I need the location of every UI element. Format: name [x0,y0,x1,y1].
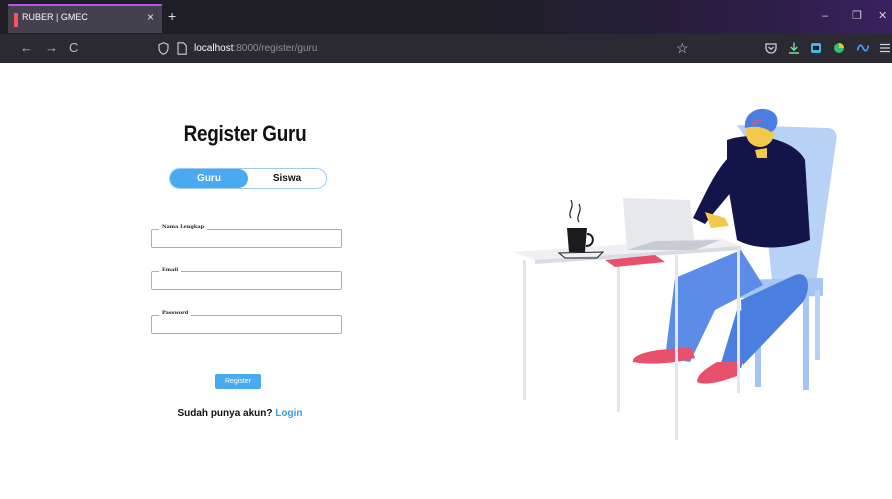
page-title: Register Guru [183,121,307,146]
menu-icon[interactable] [878,41,892,55]
email-input[interactable] [158,274,333,287]
tab-active-stripe [8,4,162,6]
pocket-icon[interactable] [764,41,778,55]
full-name-label: Nama Lengkap [159,224,208,230]
url-bar[interactable]: localhost:8000/register/guru ☆ [148,38,694,60]
email-field[interactable] [151,271,342,290]
login-prompt: Sudah punya akun? Login [150,408,330,419]
full-name-field[interactable] [151,229,342,248]
favicon-icon [14,13,18,27]
page-icon [177,42,187,55]
login-prompt-text: Sudah punya akun? [177,408,273,419]
tab-title[interactable]: RUBER | GMEC [22,12,88,22]
extension-icon[interactable] [809,41,823,55]
full-name-input[interactable] [158,232,333,245]
minimize-button[interactable]: – [822,9,828,23]
tab-close-icon[interactable]: × [147,10,154,24]
shield-icon[interactable] [158,42,169,55]
forward-button[interactable]: → [45,40,58,56]
password-field[interactable] [151,315,342,334]
password-label: Password [159,310,192,316]
tab-bar: RUBER | GMEC × + – ❐ ✕ [0,0,892,34]
reload-button[interactable]: C [69,40,78,56]
password-input[interactable] [158,318,333,331]
url-text[interactable]: localhost:8000/register/guru [194,43,317,54]
back-button[interactable]: ← [20,40,33,56]
email-label: Email [159,267,182,273]
role-toggle: Guru Siswa [169,168,327,189]
login-link[interactable]: Login [275,408,302,419]
restore-button[interactable]: ❐ [852,9,862,23]
person-at-laptop-illustration [513,108,837,440]
meta-extension-icon[interactable] [856,41,870,55]
close-window-button[interactable]: ✕ [878,9,887,23]
bookmark-star-icon[interactable]: ☆ [676,40,689,56]
download-icon[interactable] [787,41,801,55]
tab-siswa[interactable]: Siswa [248,169,326,188]
tab-guru[interactable]: Guru [170,169,248,188]
register-button[interactable]: Register [215,374,261,389]
color-extension-icon[interactable] [832,41,846,55]
new-tab-button[interactable]: + [168,9,176,23]
